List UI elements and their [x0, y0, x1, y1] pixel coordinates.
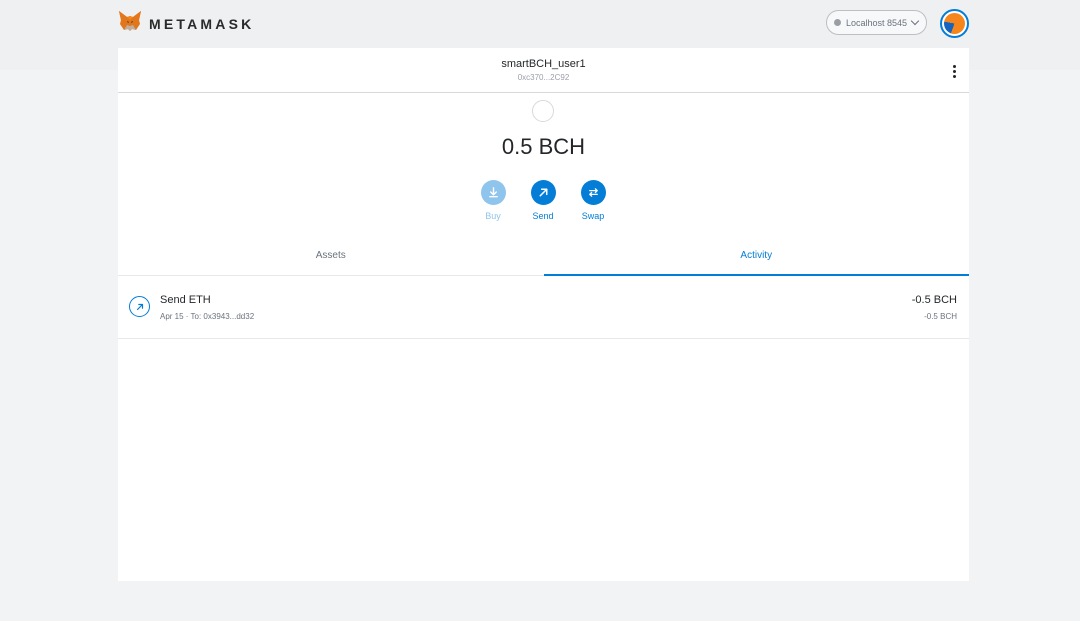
token-icon — [532, 100, 554, 122]
buy-button[interactable]: Buy — [468, 180, 518, 221]
send-button[interactable]: Send — [518, 180, 568, 221]
swap-icon — [580, 180, 606, 205]
transaction-amount: -0.5 BCH — [911, 294, 957, 306]
transaction-title: Send ETH — [160, 294, 211, 306]
swap-button[interactable]: Swap — [568, 180, 618, 221]
tab-activity[interactable]: Activity — [543, 240, 969, 276]
account-options-menu-icon[interactable] — [953, 65, 957, 78]
home-tabs: Assets Activity — [118, 240, 969, 276]
network-selector[interactable]: Localhost 8545 — [826, 10, 927, 35]
fox-icon — [118, 10, 142, 37]
transaction-subtitle: Apr 15 · To: 0x3943...dd32 — [160, 312, 255, 321]
brand-wordmark: METAMASK — [149, 15, 255, 32]
account-address[interactable]: 0xc370...2C92 — [118, 73, 969, 82]
wallet-overview: smartBCH_user1 0xc370...2C92 0.5 BCH Buy… — [118, 48, 969, 581]
download-icon — [480, 180, 506, 205]
transaction-list-item[interactable]: Send ETH Apr 15 · To: 0x3943...dd32 -0.5… — [118, 280, 969, 339]
send-label: Send — [532, 211, 554, 221]
account-header: smartBCH_user1 0xc370...2C92 — [118, 48, 969, 93]
account-avatar[interactable] — [940, 9, 969, 38]
buy-label: Buy — [485, 211, 501, 221]
arrow-up-right-icon — [530, 180, 556, 205]
account-name[interactable]: smartBCH_user1 — [118, 48, 969, 70]
identicon-icon — [944, 13, 965, 34]
chevron-down-icon — [910, 16, 920, 26]
transaction-secondary-amount: -0.5 BCH — [924, 312, 957, 321]
network-label: Localhost 8545 — [846, 17, 908, 28]
metamask-logo[interactable]: METAMASK — [118, 10, 254, 37]
network-status-icon — [834, 19, 841, 26]
tab-assets[interactable]: Assets — [118, 240, 544, 276]
arrow-up-right-icon — [129, 296, 150, 317]
balance-display: 0.5 BCH — [501, 134, 586, 159]
swap-label: Swap — [581, 211, 605, 221]
